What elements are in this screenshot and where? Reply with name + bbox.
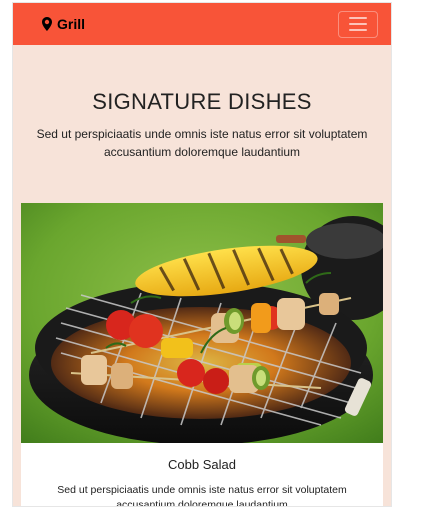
- hero-section: SIGNATURE DISHES Sed ut perspiciaatis un…: [13, 45, 391, 161]
- dish-title: Cobb Salad: [168, 457, 236, 472]
- brand-name: Grill: [57, 16, 86, 32]
- navbar: Grill: [13, 3, 391, 45]
- page-frame: Grill SIGNATURE DISHES Sed ut perspiciaa…: [13, 3, 391, 506]
- brand-link[interactable]: Grill: [42, 16, 85, 32]
- navbar-toggler-button[interactable]: [338, 10, 378, 38]
- dish-image: [21, 203, 383, 443]
- hamburger-menu-icon: [349, 29, 367, 31]
- dish-description: Sed ut perspiciaatis unde omnis iste nat…: [57, 484, 347, 506]
- map-marker-icon: [42, 17, 52, 31]
- hamburger-menu-icon: [349, 17, 367, 19]
- section-subtitle: Sed ut perspiciaatis unde omnis iste nat…: [36, 127, 368, 159]
- section-title: SIGNATURE DISHES: [92, 89, 312, 114]
- hamburger-menu-icon: [349, 23, 367, 25]
- dish-card[interactable]: Cobb Salad Sed ut perspiciaatis unde omn…: [21, 203, 383, 506]
